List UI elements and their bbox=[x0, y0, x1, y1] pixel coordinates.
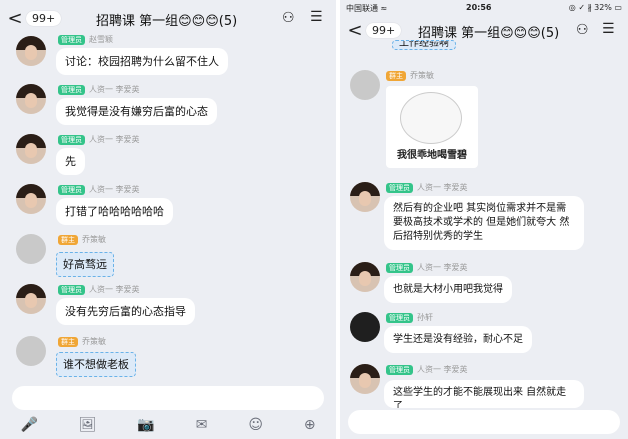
avatar[interactable] bbox=[350, 312, 380, 342]
avatar[interactable] bbox=[16, 234, 46, 264]
battery-indicator: ◎ ✓ ∦ 32% ▭ bbox=[568, 3, 622, 12]
red-packet-icon[interactable]: ✉ bbox=[196, 417, 208, 433]
sender-meta: 管理员 人资一 李爱英 bbox=[386, 364, 468, 375]
avatar[interactable] bbox=[350, 364, 380, 394]
group-members-icon[interactable]: ⚇ bbox=[282, 10, 295, 26]
input-toolbar: 🎤 🖼 📷 ✉ ☺ ⊕ bbox=[0, 414, 336, 436]
message-bubble-partial[interactable]: 工作经验啊 bbox=[392, 40, 456, 50]
sender-name: 人资一 李爱英 bbox=[417, 365, 468, 374]
sender-meta: 管理员 人资一 李爱英 bbox=[58, 284, 140, 295]
sender-meta: 群主 乔策敏 bbox=[58, 336, 106, 347]
sender-name: 乔策敏 bbox=[82, 235, 106, 244]
group-members-icon[interactable]: ⚇ bbox=[576, 22, 589, 38]
sender-meta: 群主 乔策敏 bbox=[386, 70, 434, 81]
sender-name: 人资一 李爱英 bbox=[89, 285, 140, 294]
role-badge: 管理员 bbox=[58, 134, 85, 145]
image-icon[interactable]: 🖼 bbox=[79, 417, 97, 433]
role-badge: 管理员 bbox=[58, 184, 85, 195]
role-badge: 管理员 bbox=[386, 364, 413, 375]
role-badge: 管理员 bbox=[386, 182, 413, 193]
avatar[interactable] bbox=[16, 184, 46, 214]
plus-icon[interactable]: ⊕ bbox=[304, 417, 316, 433]
sticker-image[interactable]: 我很乖地喝雪碧 bbox=[386, 86, 478, 168]
sender-meta: 管理员 人资一 李爱英 bbox=[58, 84, 140, 95]
carrier-label: 中国联通 ≈ bbox=[346, 4, 388, 13]
message-bubble[interactable]: 好高骛远 bbox=[56, 252, 114, 277]
message-bubble[interactable]: 打错了哈哈哈哈哈哈 bbox=[56, 198, 173, 225]
back-arrow-icon[interactable]: < bbox=[6, 8, 24, 29]
sender-meta: 管理员 赵雪颖 bbox=[58, 34, 113, 45]
avatar[interactable] bbox=[16, 336, 46, 366]
message-input[interactable] bbox=[348, 410, 620, 434]
sender-name: 人资一 李爱英 bbox=[89, 185, 140, 194]
sticker-caption: 我很乖地喝雪碧 bbox=[397, 150, 467, 161]
sender-name: 人资一 李爱英 bbox=[417, 183, 468, 192]
sender-meta: 管理员 人资一 李爱英 bbox=[58, 134, 140, 145]
message-input[interactable] bbox=[12, 386, 324, 410]
role-badge: 管理员 bbox=[58, 84, 85, 95]
sender-name: 孙轩 bbox=[417, 313, 433, 322]
message-bubble[interactable]: 讨论：校园招聘为什么留不住人 bbox=[56, 48, 228, 75]
microphone-icon[interactable]: 🎤 bbox=[20, 417, 37, 433]
role-badge: 群主 bbox=[386, 70, 406, 81]
role-badge: 管理员 bbox=[386, 262, 413, 273]
avatar[interactable] bbox=[16, 84, 46, 114]
menu-icon[interactable]: ☰ bbox=[602, 21, 615, 37]
sender-name: 人资一 李爱英 bbox=[417, 263, 468, 272]
screenshot-composite: < 99+ 招聘课 第一组😊😊😊(5) ⚇ ☰ 管理员 赵雪颖 讨论：校园招聘为什… bbox=[0, 0, 628, 439]
message-bubble[interactable]: 这些学生的才能不能展现出来 自然就走了 bbox=[384, 380, 584, 408]
emoji-icon[interactable]: ☺ bbox=[248, 417, 263, 433]
role-badge: 管理员 bbox=[58, 284, 85, 295]
message-bubble[interactable]: 学生还是没有经验，耐心不足 bbox=[384, 326, 532, 353]
chat-title: 招聘课 第一组😊😊😊(5) bbox=[96, 14, 238, 29]
sender-name: 人资一 李爱英 bbox=[89, 135, 140, 144]
avatar[interactable] bbox=[16, 36, 46, 66]
sender-name: 乔策敏 bbox=[410, 71, 434, 80]
sender-meta: 管理员 孙轩 bbox=[386, 312, 433, 323]
sender-meta: 管理员 人资一 李爱英 bbox=[386, 262, 468, 273]
avatar[interactable] bbox=[350, 262, 380, 292]
avatar[interactable] bbox=[16, 134, 46, 164]
left-chat-panel: < 99+ 招聘课 第一组😊😊😊(5) ⚇ ☰ 管理员 赵雪颖 讨论：校园招聘为什… bbox=[0, 0, 336, 439]
message-bubble[interactable]: 没有先穷后富的心态指导 bbox=[56, 298, 195, 325]
avatar[interactable] bbox=[16, 284, 46, 314]
avatar[interactable] bbox=[350, 182, 380, 212]
message-bubble[interactable]: 也就是大材小用吧我觉得 bbox=[384, 276, 512, 303]
role-badge: 管理员 bbox=[58, 34, 85, 45]
back-arrow-icon[interactable]: < bbox=[346, 20, 364, 41]
sender-name: 人资一 李爱英 bbox=[89, 85, 140, 94]
camera-icon[interactable]: 📷 bbox=[137, 417, 154, 433]
sender-meta: 管理员 人资一 李爱英 bbox=[386, 182, 468, 193]
avatar[interactable] bbox=[350, 70, 380, 100]
sender-meta: 群主 乔策敏 bbox=[58, 234, 106, 245]
sticker-face bbox=[400, 92, 462, 144]
sender-meta: 管理员 人资一 李爱英 bbox=[58, 184, 140, 195]
status-time: 20:56 bbox=[466, 3, 492, 12]
status-bar: 中国联通 ≈ 20:56 ◎ ✓ ∦ 32% ▭ bbox=[340, 0, 628, 16]
role-badge: 管理员 bbox=[386, 312, 413, 323]
message-bubble[interactable]: 谁不想做老板 bbox=[56, 352, 136, 377]
sender-name: 赵雪颖 bbox=[89, 35, 113, 44]
role-badge: 群主 bbox=[58, 336, 78, 347]
message-bubble[interactable]: 我觉得是没有嫌穷后富的心态 bbox=[56, 98, 217, 125]
unread-count-badge[interactable]: 99+ bbox=[366, 22, 402, 38]
chat-title: 招聘课 第一组😊😊😊(5) bbox=[418, 26, 560, 41]
role-badge: 群主 bbox=[58, 234, 78, 245]
message-bubble[interactable]: 然后有的企业吧 其实岗位需求并不是需要极高技术或学术的 但是她们就夸大 然后招特… bbox=[384, 196, 584, 250]
menu-icon[interactable]: ☰ bbox=[310, 9, 323, 25]
right-chat-panel: 中国联通 ≈ 20:56 ◎ ✓ ∦ 32% ▭ < 99+ 招聘课 第一组😊😊… bbox=[340, 0, 628, 439]
message-bubble[interactable]: 先 bbox=[56, 148, 85, 175]
sender-name: 乔策敏 bbox=[82, 337, 106, 346]
unread-count-badge[interactable]: 99+ bbox=[26, 10, 62, 26]
